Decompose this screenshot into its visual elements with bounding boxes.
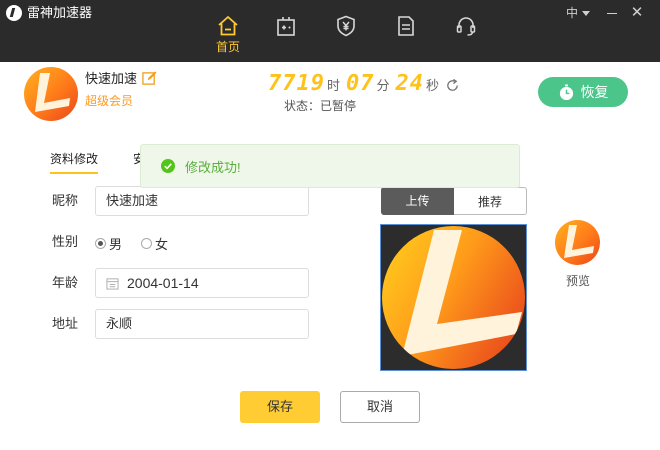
leishen-logo-icon — [402, 230, 522, 356]
toast-message: 修改成功! — [185, 159, 241, 175]
leishen-logo-icon — [35, 73, 70, 112]
app-title: 雷神加速器 — [27, 5, 93, 20]
status-text: 状态：已暂停 — [284, 99, 357, 113]
gender-female-label: 女 — [155, 237, 169, 252]
uploaded-avatar-image — [382, 226, 525, 369]
minimize-button[interactable] — [603, 4, 621, 22]
tab-support[interactable] — [449, 14, 483, 60]
gender-male-radio[interactable]: 男 — [95, 234, 122, 253]
nickname-label: 昵称 — [52, 193, 79, 208]
birthdate-value: 2004-01-14 — [127, 275, 199, 291]
preview-label: 预览 — [566, 274, 591, 288]
age-label: 年龄 — [52, 275, 79, 290]
recommend-tab-button[interactable]: 推荐 — [454, 187, 527, 215]
timer-seconds: 24 — [395, 71, 425, 96]
radio-unselected-icon — [141, 238, 152, 249]
tab-records[interactable] — [389, 14, 423, 60]
language-selector[interactable]: 中 — [564, 4, 592, 22]
gender-label: 性别 — [52, 234, 79, 249]
shield-yen-icon — [337, 15, 355, 37]
cancel-button[interactable]: 取消 — [340, 391, 420, 423]
refresh-icon[interactable] — [445, 78, 460, 93]
game-controller-icon — [277, 17, 295, 36]
pencil-icon[interactable] — [142, 71, 157, 86]
avatar-preview — [555, 220, 600, 265]
member-badge: 超级会员 — [85, 94, 134, 108]
headset-icon — [456, 17, 476, 36]
chevron-down-icon — [582, 11, 590, 16]
active-tab-indicator — [50, 172, 98, 174]
tab-games[interactable] — [269, 14, 303, 60]
gender-male-label: 男 — [109, 237, 123, 252]
timer-minutes-unit: 分 — [376, 78, 390, 93]
nickname-input[interactable]: 快速加速 — [95, 186, 309, 216]
success-toast: 修改成功! — [140, 144, 520, 188]
stopwatch-icon — [559, 83, 573, 100]
check-circle-icon — [161, 159, 175, 173]
upload-tab-button[interactable]: 上传 — [381, 187, 454, 215]
resume-button-label: 恢复 — [580, 84, 609, 100]
tab-profile-edit[interactable]: 资料修改 — [50, 152, 98, 166]
radio-selected-icon — [95, 238, 106, 249]
timer-hours: 7719 — [268, 71, 325, 96]
resume-button[interactable]: 恢复 — [538, 77, 628, 107]
acceleration-timer: 7719 时 07 分 24 秒 — [268, 70, 460, 96]
tab-recharge[interactable] — [329, 14, 363, 60]
save-button[interactable]: 保存 — [240, 391, 320, 423]
timer-hours-unit: 时 — [326, 78, 340, 93]
language-label: 中 — [565, 6, 578, 20]
timer-seconds-unit: 秒 — [426, 78, 440, 93]
birthdate-field[interactable]: 2004-01-14 — [95, 268, 309, 298]
calendar-icon — [106, 277, 119, 290]
tab-home-label: 首页 — [215, 40, 240, 54]
avatar-crop-area[interactable] — [380, 224, 527, 371]
leishen-logo-icon — [564, 225, 594, 258]
title-bar: 雷神加速器 中 ✕ 首页 — [0, 0, 660, 62]
avatar — [24, 67, 78, 121]
address-input[interactable]: 永顺 — [95, 309, 309, 339]
tab-home[interactable]: 首页 — [211, 14, 245, 60]
user-name: 快速加速 — [85, 71, 138, 86]
home-icon — [218, 16, 238, 36]
timer-minutes: 07 — [346, 71, 375, 96]
app-logo-icon — [6, 5, 22, 21]
close-button[interactable]: ✕ — [628, 4, 646, 22]
document-icon — [398, 16, 414, 36]
gender-female-radio[interactable]: 女 — [141, 234, 168, 253]
address-label: 地址 — [52, 316, 79, 331]
